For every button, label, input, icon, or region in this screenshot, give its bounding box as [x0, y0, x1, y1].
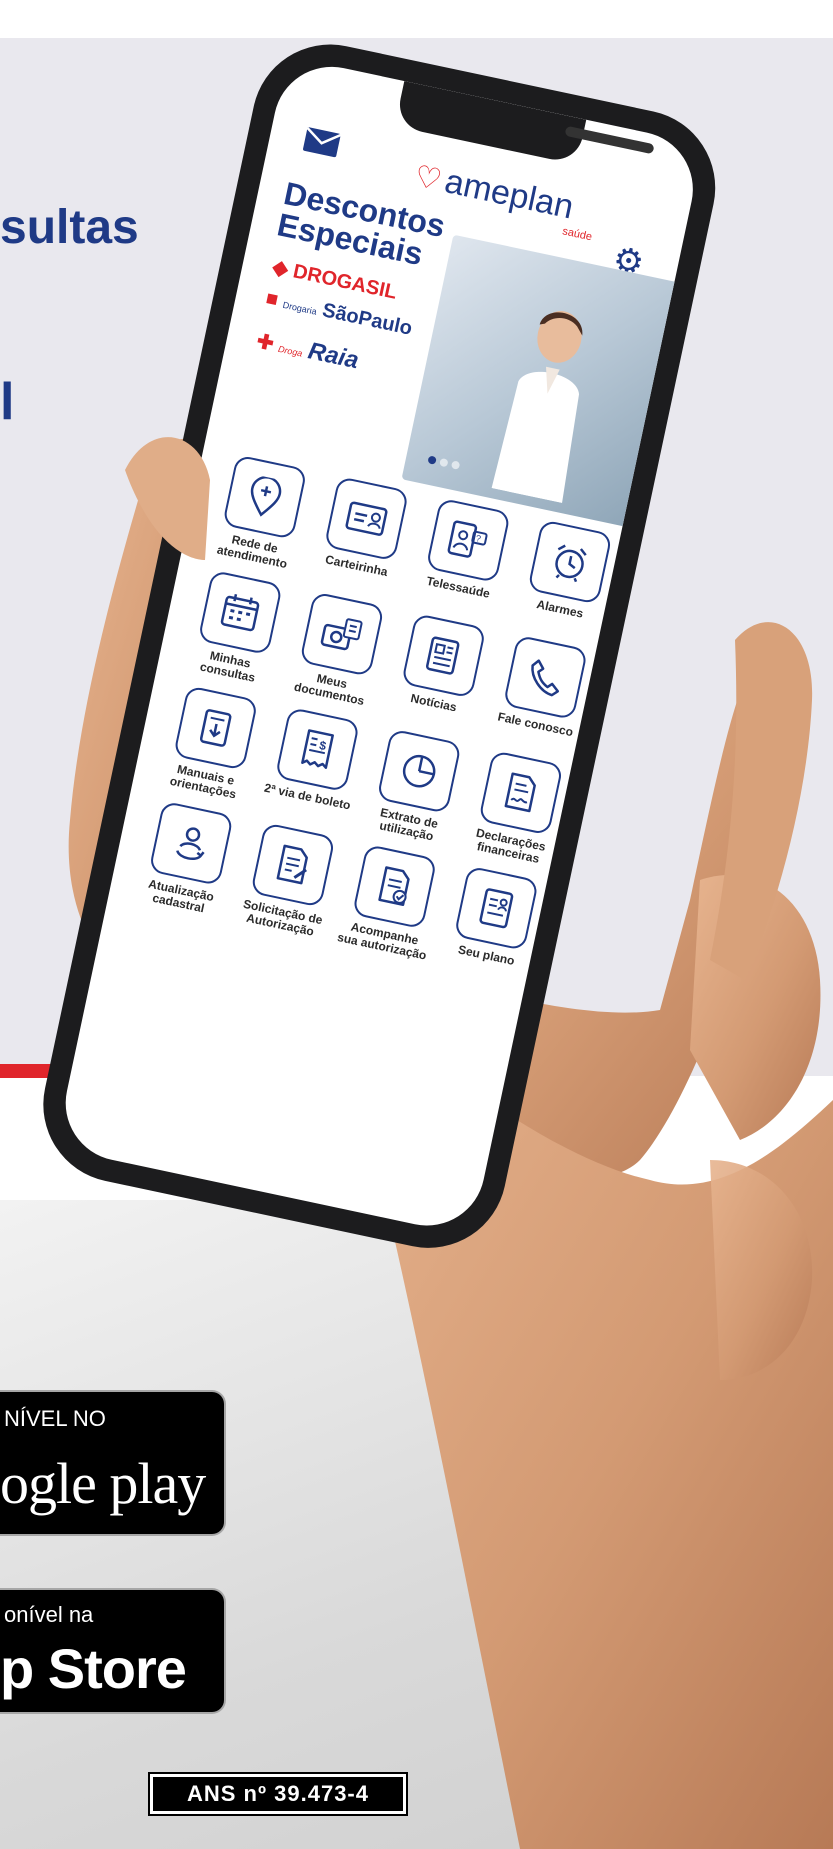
app-store-small-label: onível na	[4, 1602, 94, 1627]
google-play-big-label: ogle play	[0, 1451, 206, 1516]
google-play-small-label: NÍVEL NO	[4, 1406, 106, 1431]
hand-fingers-front	[125, 437, 813, 980]
app-store-big-label: p Store	[0, 1637, 187, 1700]
google-play-badge[interactable]: NÍVEL NO ogle play	[0, 1390, 226, 1536]
ans-registration-label: ANS nº 39.473-4	[148, 1772, 408, 1816]
app-store-badge[interactable]: onível na p Store	[0, 1588, 226, 1714]
